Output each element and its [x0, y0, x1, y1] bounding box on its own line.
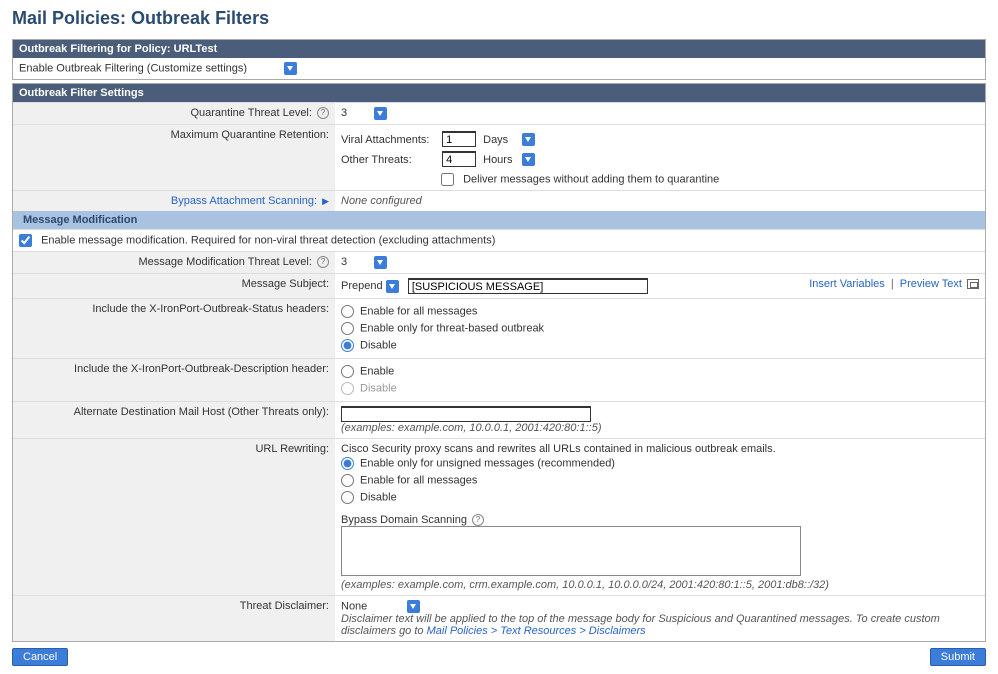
enable-mod-label: Enable message modification. Required fo… [41, 234, 495, 246]
disclaimer-link[interactable]: Mail Policies > Text Resources > Disclai… [427, 625, 646, 637]
mod-threat-value: 3 [341, 256, 371, 268]
mod-threat-row: Message Modification Threat Level: ? 3 [13, 251, 985, 273]
status-header-row: Include the X-IronPort-Outbreak-Status h… [13, 298, 985, 358]
url-rewriting-label: URL Rewriting: [255, 443, 329, 455]
viral-unit-label: Days [483, 134, 519, 146]
retention-row: Maximum Quarantine Retention: Viral Atta… [13, 124, 985, 190]
mod-threat-label: Message Modification Threat Level: [138, 256, 311, 268]
alt-host-row: Alternate Destination Mail Host (Other T… [13, 401, 985, 438]
preview-icon[interactable] [967, 279, 979, 289]
filtering-section: Outbreak Filtering for Policy: URLTest E… [12, 39, 986, 80]
enable-filtering-row[interactable]: Enable Outbreak Filtering (Customize set… [13, 58, 985, 79]
cancel-button[interactable]: Cancel [12, 648, 68, 666]
quarantine-threat-value: 3 [341, 107, 371, 119]
bypass-scanning-value: None configured [341, 195, 422, 207]
bypass-scanning-link[interactable]: Bypass Attachment Scanning: [171, 195, 317, 207]
subject-label: Message Subject: [242, 278, 329, 290]
url-rewriting-desc: Cisco Security proxy scans and rewrites … [341, 443, 979, 455]
settings-header: Outbreak Filter Settings [13, 84, 985, 102]
enable-mod-row: Enable message modification. Required fo… [13, 229, 985, 251]
subject-row: Message Subject: Prepend Insert Variable… [13, 273, 985, 298]
disclaimer-dropdown[interactable] [407, 600, 420, 613]
bypass-domain-label: Bypass Domain Scanning [341, 514, 467, 526]
disclaimer-value: None [341, 601, 367, 613]
status-header-label: Include the X-IronPort-Outbreak-Status h… [92, 303, 329, 315]
filtering-header: Outbreak Filtering for Policy: URLTest [13, 40, 985, 58]
help-icon[interactable]: ? [317, 107, 329, 119]
bypass-domain-example: (examples: example.com, crm.example.com,… [341, 579, 979, 591]
desc-header-label: Include the X-IronPort-Outbreak-Descript… [74, 363, 329, 375]
alt-host-label: Alternate Destination Mail Host (Other T… [74, 406, 329, 418]
disclaimer-label: Threat Disclaimer: [240, 600, 329, 612]
desc-opt-enable[interactable]: Enable [341, 363, 979, 380]
other-unit-dropdown[interactable] [522, 153, 535, 166]
enable-filtering-dropdown-icon[interactable] [284, 62, 297, 75]
status-opt-threat[interactable]: Enable only for threat-based outbreak [341, 320, 979, 337]
subject-mode-dropdown[interactable] [386, 280, 399, 293]
other-threats-label: Other Threats: [341, 154, 439, 166]
enable-mod-checkbox[interactable] [19, 234, 32, 247]
disclaimer-row: Threat Disclaimer: None Disclaimer text … [13, 595, 985, 641]
other-threats-input[interactable] [442, 151, 476, 167]
alt-host-input[interactable] [341, 406, 591, 422]
deliver-label: Deliver messages without adding them to … [463, 173, 719, 185]
deliver-checkbox[interactable] [441, 173, 454, 186]
page-title: Mail Policies: Outbreak Filters [12, 8, 986, 29]
viral-unit-dropdown[interactable] [522, 133, 535, 146]
url-opt-unsigned[interactable]: Enable only for unsigned messages (recom… [341, 455, 979, 472]
quarantine-threat-label: Quarantine Threat Level: [190, 107, 311, 119]
url-rewriting-row: URL Rewriting: Cisco Security proxy scan… [13, 438, 985, 595]
desc-opt-disable[interactable]: Disable [341, 380, 979, 397]
settings-section: Outbreak Filter Settings Quarantine Thre… [12, 83, 986, 642]
insert-variables-link[interactable]: Insert Variables [809, 278, 885, 290]
desc-header-row: Include the X-IronPort-Outbreak-Descript… [13, 358, 985, 401]
status-opt-all[interactable]: Enable for all messages [341, 303, 979, 320]
submit-button[interactable]: Submit [930, 648, 986, 666]
footer-buttons: Cancel Submit [12, 648, 986, 666]
viral-attach-label: Viral Attachments: [341, 134, 439, 146]
help-icon[interactable]: ? [472, 514, 484, 526]
preview-text-link[interactable]: Preview Text [900, 278, 962, 290]
quarantine-threat-dropdown[interactable] [374, 107, 387, 120]
message-modification-subheader: Message Modification [13, 211, 985, 229]
other-unit-label: Hours [483, 154, 519, 166]
alt-host-example: (examples: example.com, 10.0.0.1, 2001:4… [341, 422, 979, 434]
subject-mode-value: Prepend [341, 280, 383, 292]
help-icon[interactable]: ? [317, 256, 329, 268]
chevron-right-icon: ▶ [322, 196, 329, 207]
quarantine-threat-row: Quarantine Threat Level: ? 3 [13, 102, 985, 124]
bypass-scanning-row: Bypass Attachment Scanning: ▶ None confi… [13, 190, 985, 211]
url-opt-all[interactable]: Enable for all messages [341, 472, 979, 489]
retention-label: Maximum Quarantine Retention: [171, 129, 329, 141]
url-opt-disable[interactable]: Disable [341, 489, 979, 506]
subject-input[interactable] [408, 278, 648, 294]
bypass-domain-textarea[interactable] [341, 526, 801, 576]
mod-threat-dropdown[interactable] [374, 256, 387, 269]
viral-attach-input[interactable] [442, 131, 476, 147]
status-opt-disable[interactable]: Disable [341, 337, 979, 354]
enable-filtering-label: Enable Outbreak Filtering (Customize set… [19, 62, 247, 74]
